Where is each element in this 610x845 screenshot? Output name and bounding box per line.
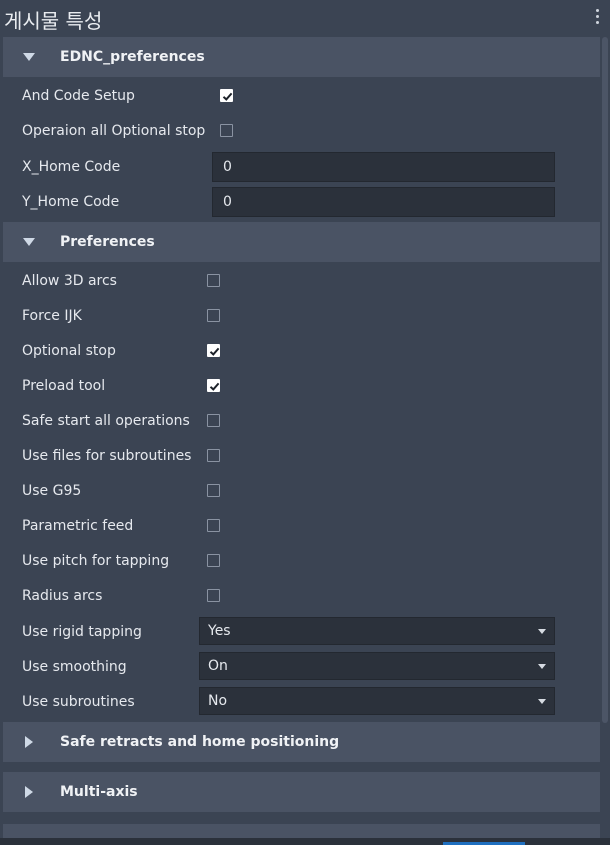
checkbox-use-files-subroutines[interactable] bbox=[207, 449, 220, 462]
label-x-home-code: X_Home Code bbox=[22, 159, 121, 175]
row-use-smoothing: Use smoothing On bbox=[3, 650, 600, 685]
panel-title: 게시물 특성 bbox=[4, 9, 103, 33]
row-parametric-feed: Parametric feed bbox=[3, 509, 600, 544]
subroutines-value: No bbox=[208, 693, 228, 709]
triangle-right-icon bbox=[25, 786, 33, 798]
row-allow-3d-arcs: Allow 3D arcs bbox=[3, 264, 600, 299]
label-use-subroutines: Use subroutines bbox=[22, 694, 135, 710]
checkbox-operaion-optional-stop[interactable] bbox=[220, 124, 233, 137]
row-y-home-code: Y_Home Code 0 bbox=[3, 185, 600, 220]
section-header-ednc[interactable]: EDNC_preferences bbox=[3, 37, 600, 77]
x-home-code-field[interactable]: 0 bbox=[212, 152, 555, 182]
title-bar: 게시물 특성 bbox=[0, 0, 610, 36]
row-use-subroutines: Use subroutines No bbox=[3, 685, 600, 720]
rigid-tapping-select[interactable]: Yes bbox=[199, 617, 555, 645]
section-header-safe-retracts[interactable]: Safe retracts and home positioning bbox=[3, 722, 600, 762]
section-title-ednc: EDNC_preferences bbox=[60, 49, 205, 65]
checkbox-parametric-feed[interactable] bbox=[207, 519, 220, 532]
scrollbar[interactable] bbox=[602, 37, 608, 723]
section-title-multi-axis: Multi-axis bbox=[60, 784, 138, 800]
row-optional-stop: Optional stop bbox=[3, 334, 600, 369]
row-preload-tool: Preload tool bbox=[3, 369, 600, 404]
checkbox-allow-3d-arcs[interactable] bbox=[207, 274, 220, 287]
label-preload-tool: Preload tool bbox=[22, 378, 106, 394]
row-x-home-code: X_Home Code 0 bbox=[3, 150, 600, 185]
row-use-rigid-tapping: Use rigid tapping Yes bbox=[3, 615, 600, 650]
properties-panel: EDNC_preferences And Code Setup Operaion… bbox=[3, 37, 600, 845]
chevron-down-icon bbox=[538, 629, 546, 634]
label-parametric-feed: Parametric feed bbox=[22, 518, 134, 534]
label-force-ijk: Force IJK bbox=[22, 308, 82, 324]
subroutines-select[interactable]: No bbox=[199, 687, 555, 715]
smoothing-value: On bbox=[208, 658, 228, 674]
y-home-code-field[interactable]: 0 bbox=[212, 187, 555, 217]
label-use-files-subroutines: Use files for subroutines bbox=[22, 448, 192, 464]
label-use-rigid-tapping: Use rigid tapping bbox=[22, 624, 142, 640]
smoothing-select[interactable]: On bbox=[199, 652, 555, 680]
label-safe-start: Safe start all operations bbox=[22, 413, 190, 429]
triangle-right-icon bbox=[25, 736, 33, 748]
triangle-down-icon bbox=[23, 238, 35, 246]
checkmark-icon bbox=[222, 92, 233, 101]
section-header-multi-axis[interactable]: Multi-axis bbox=[3, 772, 600, 812]
checkbox-and-code-setup[interactable] bbox=[220, 89, 233, 102]
section-title-safe-retracts: Safe retracts and home positioning bbox=[60, 734, 340, 750]
label-operaion-optional-stop: Operaion all Optional stop bbox=[22, 123, 206, 139]
checkbox-use-g95[interactable] bbox=[207, 484, 220, 497]
label-and-code-setup: And Code Setup bbox=[22, 88, 135, 104]
row-use-pitch-tapping: Use pitch for tapping bbox=[3, 544, 600, 579]
rigid-tapping-value: Yes bbox=[208, 623, 231, 639]
chevron-down-icon bbox=[538, 664, 546, 669]
label-use-g95: Use G95 bbox=[22, 483, 82, 499]
row-use-files-subroutines: Use files for subroutines bbox=[3, 439, 600, 474]
checkbox-use-pitch-tapping[interactable] bbox=[207, 554, 220, 567]
checkbox-optional-stop[interactable] bbox=[207, 344, 220, 357]
label-radius-arcs: Radius arcs bbox=[22, 588, 103, 604]
chevron-down-icon bbox=[538, 699, 546, 704]
label-y-home-code: Y_Home Code bbox=[22, 194, 120, 210]
section-header-preferences[interactable]: Preferences bbox=[3, 222, 600, 262]
row-radius-arcs: Radius arcs bbox=[3, 579, 600, 614]
row-use-g95: Use G95 bbox=[3, 474, 600, 509]
checkmark-icon bbox=[209, 382, 220, 391]
checkbox-force-ijk[interactable] bbox=[207, 309, 220, 322]
row-force-ijk: Force IJK bbox=[3, 299, 600, 334]
label-allow-3d-arcs: Allow 3D arcs bbox=[22, 273, 117, 289]
kebab-menu-icon[interactable] bbox=[593, 9, 601, 29]
row-safe-start: Safe start all operations bbox=[3, 404, 600, 439]
label-use-pitch-tapping: Use pitch for tapping bbox=[22, 553, 170, 569]
triangle-down-icon bbox=[23, 53, 35, 61]
checkbox-preload-tool[interactable] bbox=[207, 379, 220, 392]
checkbox-safe-start[interactable] bbox=[207, 414, 220, 427]
label-use-smoothing: Use smoothing bbox=[22, 659, 127, 675]
checkmark-icon bbox=[209, 347, 220, 356]
section-title-preferences: Preferences bbox=[60, 234, 155, 250]
label-optional-stop: Optional stop bbox=[22, 343, 116, 359]
checkbox-radius-arcs[interactable] bbox=[207, 589, 220, 602]
row-and-code-setup: And Code Setup bbox=[3, 79, 600, 114]
row-operaion-optional-stop: Operaion all Optional stop bbox=[3, 114, 600, 149]
